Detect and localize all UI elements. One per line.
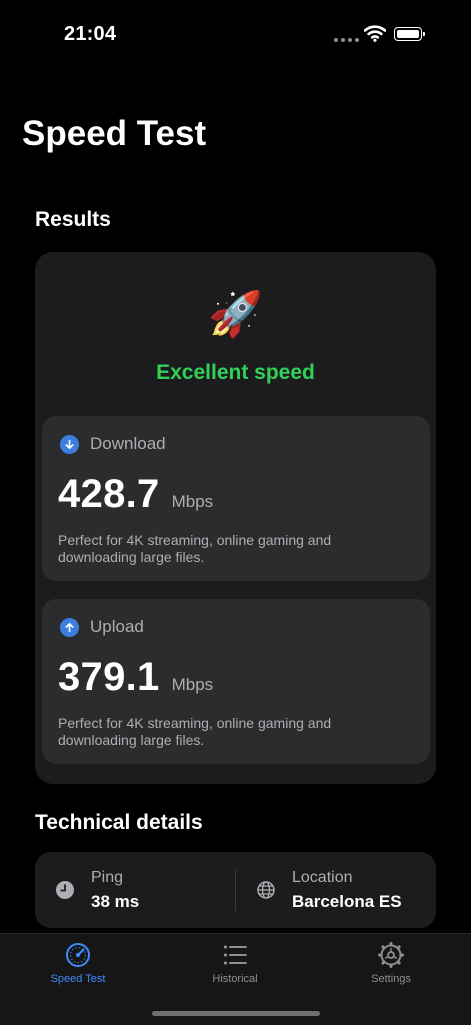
upload-value: 379.1 bbox=[58, 655, 160, 699]
upload-unit: Mbps bbox=[171, 675, 214, 694]
upload-label: Upload bbox=[90, 617, 144, 636]
speed-verdict: Excellent speed bbox=[156, 361, 315, 384]
home-indicator bbox=[152, 1011, 320, 1016]
results-card: 🚀 Excellent speed Download 428.7 Mbps Pe… bbox=[35, 252, 436, 784]
battery-icon bbox=[394, 27, 425, 41]
arrow-down-circle-icon bbox=[60, 435, 79, 454]
upload-description: Perfect for 4K streaming, online gaming … bbox=[58, 715, 332, 748]
tab-bar: Speed Test Historical Settings bbox=[0, 933, 471, 1025]
download-label: Download bbox=[90, 434, 166, 453]
tab-speed-test[interactable]: Speed Test bbox=[13, 934, 143, 994]
page-title: Speed Test bbox=[22, 114, 207, 153]
upload-card: Upload 379.1 Mbps Perfect for 4K streami… bbox=[42, 599, 430, 764]
ping-value: 38 ms bbox=[91, 892, 140, 911]
location-label: Location bbox=[292, 869, 353, 886]
results-section-title: Results bbox=[35, 208, 111, 231]
download-unit: Mbps bbox=[171, 492, 214, 511]
arrow-up-circle-icon bbox=[60, 618, 79, 637]
tab-settings[interactable]: Settings bbox=[326, 934, 456, 994]
download-card: Download 428.7 Mbps Perfect for 4K strea… bbox=[42, 416, 430, 581]
wifi-icon bbox=[364, 25, 386, 42]
globe-icon bbox=[257, 881, 275, 899]
technical-details-card: Ping 38 ms Location Barcelona ES bbox=[35, 852, 436, 928]
tab-historical[interactable]: Historical bbox=[170, 934, 300, 994]
tab-speed-test-label: Speed Test bbox=[50, 973, 106, 985]
upload-value-row: 379.1 Mbps bbox=[58, 655, 213, 700]
tab-historical-label: Historical bbox=[212, 973, 258, 985]
rocket-icon: 🚀 bbox=[208, 290, 263, 339]
divider bbox=[235, 869, 236, 911]
tab-settings-label: Settings bbox=[371, 973, 411, 985]
location-value: Barcelona ES bbox=[292, 892, 402, 911]
speedometer-icon bbox=[66, 943, 90, 967]
clock-icon bbox=[56, 881, 74, 899]
list-icon bbox=[223, 945, 247, 965]
status-bar: 21:04 bbox=[0, 0, 471, 70]
download-value-row: 428.7 Mbps bbox=[58, 472, 213, 517]
ping-label: Ping bbox=[91, 869, 124, 886]
cellular-signal-icon bbox=[334, 38, 359, 42]
status-time: 21:04 bbox=[64, 23, 117, 45]
technical-details-title: Technical details bbox=[35, 811, 203, 834]
download-description: Perfect for 4K streaming, online gaming … bbox=[58, 532, 332, 565]
gear-icon bbox=[378, 942, 404, 968]
download-value: 428.7 bbox=[58, 472, 160, 516]
